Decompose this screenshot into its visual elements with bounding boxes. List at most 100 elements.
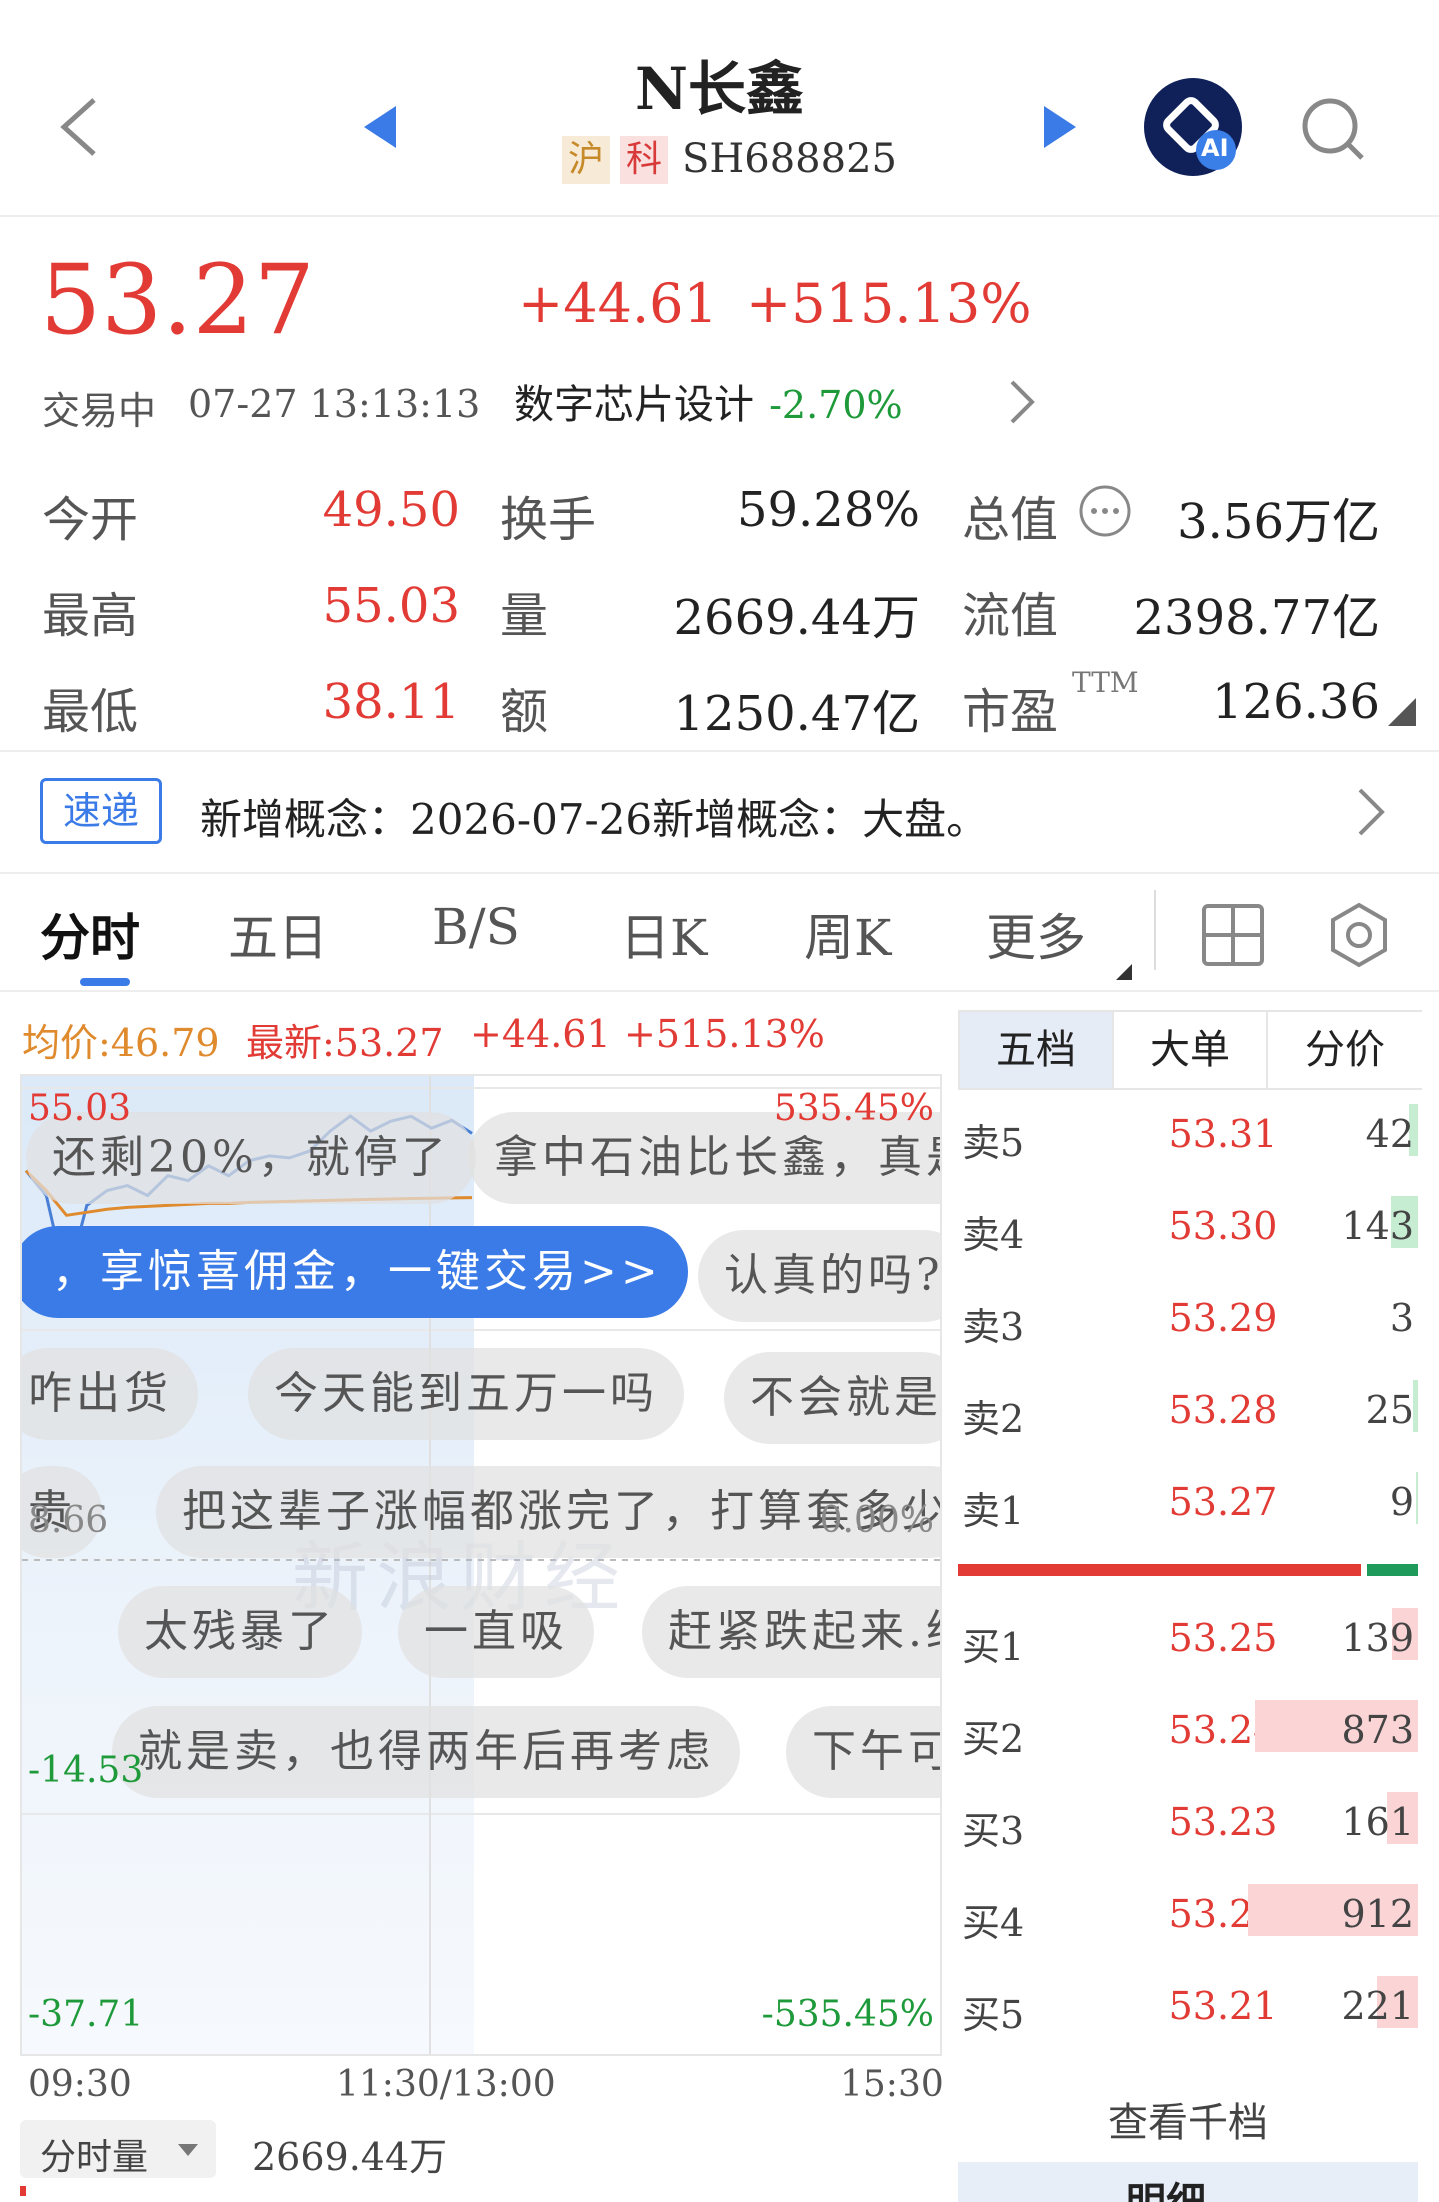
sell-level-row[interactable]: 卖4 53.30 143 — [958, 1182, 1418, 1272]
tab-price-levels[interactable]: 分价 — [1266, 1012, 1422, 1088]
danmaku-item[interactable]: 就是卖，也得两年后再考虑 — [112, 1706, 740, 1798]
danmaku-item[interactable]: 不会就是 — [724, 1352, 940, 1444]
stats-grid: 今开 49.50 最高 55.03 最低 38.11 换手 59.28% 量 2… — [0, 470, 1439, 742]
danmaku-item[interactable]: 认真的吗? — [698, 1230, 940, 1322]
buy-level-volume: 139 — [1341, 1616, 1414, 1660]
stat-open-value: 49.50 — [322, 482, 460, 538]
stat-amount-label: 额 — [500, 684, 549, 740]
ai-assistant-button[interactable]: AI — [1144, 78, 1242, 176]
tab-weekly-k[interactable]: 周K — [804, 898, 891, 970]
y-right-tick: 535.45% — [773, 1088, 934, 1129]
tab-more[interactable]: 更多 — [986, 898, 1086, 970]
sell-level-row[interactable]: 卖3 53.29 3 — [958, 1274, 1418, 1364]
stat-low-value: 38.11 — [322, 674, 460, 730]
y-left-tick: -37.71 — [28, 1994, 144, 2035]
stat-high-value: 55.03 — [322, 578, 460, 634]
tab-five-day[interactable]: 五日 — [228, 898, 328, 970]
sell-level-volume-bar — [1416, 1472, 1418, 1524]
tab-bs[interactable]: B/S — [432, 898, 520, 956]
volume-selector-label: 分时量 — [40, 2137, 149, 2178]
buy-level-row[interactable]: 买4 53.22 912 — [958, 1870, 1418, 1960]
expand-corner-icon[interactable] — [1386, 696, 1418, 728]
chart-info-change-pct: +515.13% — [624, 1012, 825, 1056]
sell-level-row[interactable]: 卖5 53.31 42 — [958, 1090, 1418, 1180]
buy-level-row[interactable]: 买3 53.23 161 — [958, 1778, 1418, 1868]
tab-daily-k[interactable]: 日K — [620, 898, 707, 970]
sell-level-volume: 143 — [1341, 1204, 1414, 1248]
stat-info-button[interactable] — [1078, 484, 1132, 538]
tab-five-levels[interactable]: 五档 — [960, 1012, 1112, 1088]
chart-info-last: 最新:53.27 — [246, 1021, 444, 1065]
sell-level-label: 卖2 — [962, 1397, 1025, 1441]
view-thousand-levels-button[interactable]: 查看千档 — [958, 2090, 1418, 2148]
stat-mktcap-value: 3.56万亿 — [1177, 494, 1380, 550]
stat-open-label: 今开 — [42, 492, 139, 548]
settings-hexagon-icon[interactable] — [1326, 902, 1392, 968]
buy-level-price: 53.23 — [1168, 1800, 1278, 1844]
ai-label: AI — [1201, 134, 1229, 162]
layout-grid-icon[interactable] — [1200, 902, 1266, 968]
news-text: 新增概念：2026-07-26新增概念：大盘。 — [200, 795, 989, 844]
stat-mktcap-label: 总值 — [962, 492, 1059, 548]
stat-float-value: 2398.77亿 — [1133, 590, 1381, 646]
sell-level-label: 卖1 — [962, 1489, 1025, 1533]
detail-tab[interactable]: 明细 — [958, 2162, 1418, 2202]
buy-level-price: 53.21 — [1168, 1984, 1278, 2028]
danmaku-item[interactable]: 赶紧跌起来.给 — [642, 1586, 940, 1678]
chevron-right-icon — [1010, 380, 1035, 424]
sector-link[interactable]: 数字芯片设计 -2.70% — [514, 372, 1054, 432]
sell-level-price: 53.28 — [1168, 1388, 1278, 1432]
intraday-chart[interactable]: 新浪财经 还剩20%，就停了 拿中石油比长鑫，真是 ，享惊喜佣金，一键交易>> … — [20, 1074, 942, 2056]
stat-float-label: 流值 — [962, 588, 1059, 644]
y-right-tick: 0.00% — [819, 1500, 934, 1541]
buy-level-label: 买1 — [962, 1625, 1025, 1669]
current-price: 53.27 — [40, 244, 315, 356]
danmaku-item[interactable]: 太残暴了 — [118, 1586, 362, 1678]
orderbook-tabs: 五档 大单 分价 — [958, 1010, 1422, 1090]
search-button[interactable] — [1298, 94, 1368, 164]
danmaku-item[interactable]: 下午可 — [786, 1706, 940, 1798]
trade-status: 交易中 — [42, 389, 157, 433]
tab-divider — [1154, 890, 1156, 970]
market-tag: 沪 — [562, 136, 610, 184]
y-left-tick: 55.03 — [28, 1088, 132, 1129]
buy-level-volume: 873 — [1341, 1708, 1414, 1752]
more-dots-icon — [1079, 485, 1131, 537]
sell-level-row[interactable]: 卖1 53.27 9 — [958, 1458, 1418, 1548]
x-tick: 09:30 — [28, 2064, 132, 2105]
chart-info-avg: 均价:46.79 — [22, 1021, 220, 1065]
stat-pe-label: 市盈 — [962, 684, 1059, 740]
next-stock-button[interactable] — [1040, 104, 1080, 150]
stat-volume-label: 量 — [500, 588, 549, 644]
buy-level-volume: 221 — [1341, 1984, 1414, 2028]
sell-level-volume: 42 — [1365, 1112, 1414, 1156]
danmaku-promo[interactable]: ，享惊喜佣金，一键交易>> — [22, 1226, 688, 1318]
buy-level-label: 买4 — [962, 1901, 1025, 1945]
buy-level-row[interactable]: 买5 53.21 221 — [958, 1962, 1418, 2052]
sell-level-label: 卖5 — [962, 1121, 1025, 1165]
x-tick: 15:30 — [840, 2064, 944, 2105]
buy-level-label: 买5 — [962, 1993, 1025, 2037]
sell-level-volume: 3 — [1389, 1296, 1414, 1340]
tab-big-orders[interactable]: 大单 — [1112, 1012, 1266, 1088]
chart-info-change: +44.61 — [470, 1012, 611, 1056]
danmaku-item[interactable]: 今天能到五万一吗 — [248, 1348, 684, 1440]
top-header: N长鑫 沪 科 SH688825 AI — [0, 0, 1439, 217]
buy-level-row[interactable]: 买1 53.25 139 — [958, 1594, 1418, 1684]
sell-level-label: 卖4 — [962, 1213, 1025, 1257]
stat-pe-sup: TTM — [1072, 666, 1139, 699]
y-left-tick: 8.66 — [28, 1500, 109, 1541]
detail-label: 明细 — [1126, 2170, 1206, 2202]
volume-selector[interactable]: 分时量 — [20, 2120, 216, 2178]
sell-level-row[interactable]: 卖2 53.28 25 — [958, 1366, 1418, 1456]
tab-intraday[interactable]: 分时 — [40, 898, 140, 970]
stat-high-label: 最高 — [42, 588, 139, 644]
news-bar[interactable]: 速递 新增概念：2026-07-26新增概念：大盘。 — [0, 750, 1439, 874]
buy-level-row[interactable]: 买2 53.24 873 — [958, 1686, 1418, 1776]
stat-turnover-value: 59.28% — [736, 482, 920, 538]
search-icon — [1302, 98, 1364, 160]
danmaku-item[interactable]: 咋出货 — [22, 1348, 198, 1440]
sell-level-price: 53.31 — [1168, 1112, 1278, 1156]
stat-volume-value: 2669.44万 — [673, 590, 921, 646]
danmaku-item[interactable]: 一直吸 — [398, 1586, 594, 1678]
